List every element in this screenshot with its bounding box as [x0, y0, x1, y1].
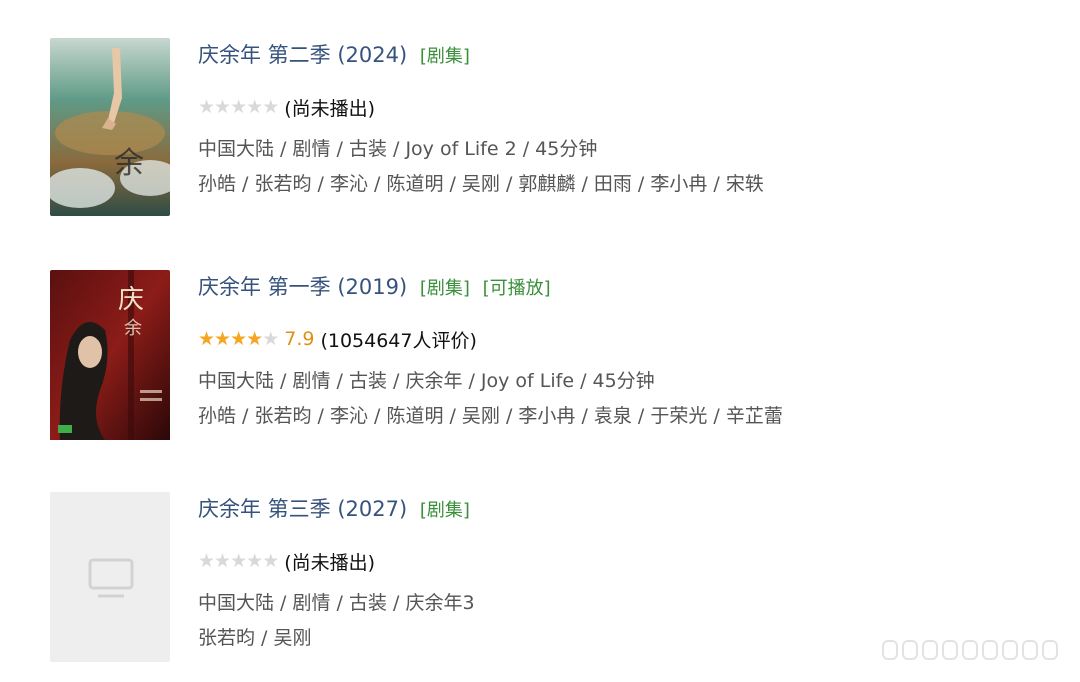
star-filled-icon: ★ — [246, 328, 263, 350]
svg-text:庆: 庆 — [118, 285, 144, 315]
cast-list: 张若昀 / 吴刚 — [198, 627, 312, 649]
rating-score: 7.9 — [284, 328, 315, 350]
result-title-link[interactable]: 庆余年 第二季 (2024) — [198, 43, 407, 67]
poster-placeholder[interactable] — [50, 492, 170, 662]
poster-season2-art: 余 — [50, 38, 170, 216]
rating-status: (尚未播出) — [284, 551, 376, 574]
star-empty-icon: ★ — [230, 550, 247, 572]
star-empty-icon: ★ — [214, 550, 231, 572]
result-title-link[interactable]: 庆余年 第一季 (2019) — [198, 275, 407, 299]
poster-season2-image[interactable]: 余 — [50, 38, 170, 216]
svg-text:余: 余 — [114, 146, 144, 181]
svg-text:余: 余 — [124, 318, 142, 339]
star-filled-icon: ★ — [230, 328, 247, 350]
result-title-row: 庆余年 第二季 (2024) [剧集] — [198, 40, 470, 72]
rating-row: ★ ★ ★ ★ ★ 7.9 (1054647人评价) — [198, 325, 477, 353]
star-empty-icon: ★ — [198, 550, 215, 572]
rating-row: ★ ★ ★ ★ ★ (尚未播出) — [198, 547, 375, 575]
result-title-row: 庆余年 第三季 (2027) [剧集] — [198, 494, 470, 526]
poster-season1-art: 庆 余 — [50, 270, 170, 440]
star-rating: ★ ★ ★ ★ ★ — [198, 96, 279, 118]
type-tag-series: [剧集] — [419, 500, 470, 521]
star-empty-icon: ★ — [246, 96, 263, 118]
star-empty-icon: ★ — [262, 550, 279, 572]
rating-row: ★ ★ ★ ★ ★ (尚未播出) — [198, 93, 375, 121]
rating-count: (1054647人评价) — [320, 329, 477, 352]
meta-info: 中国大陆 / 剧情 / 古装 / 庆余年 / Joy of Life / 45分… — [198, 370, 655, 392]
rating-status: (尚未播出) — [284, 97, 376, 120]
star-empty-icon: ★ — [230, 96, 247, 118]
playable-tag[interactable]: [可播放] — [483, 278, 551, 299]
result-title-link[interactable]: 庆余年 第三季 (2027) — [198, 497, 407, 521]
star-rating: ★ ★ ★ ★ ★ — [198, 328, 279, 350]
star-empty-icon: ★ — [198, 96, 215, 118]
meta-info: 中国大陆 / 剧情 / 古装 / Joy of Life 2 / 45分钟 — [198, 138, 598, 160]
result-item-season1[interactable]: 庆 余 庆余年 第一季 (2019) [剧集] [可播放] ★ ★ ★ ★ ★ 7.9 … — [0, 270, 1080, 460]
star-filled-icon: ★ — [198, 328, 215, 350]
result-title-row: 庆余年 第一季 (2019) [剧集] [可播放] — [198, 272, 551, 304]
star-empty-icon: ★ — [262, 328, 279, 350]
type-tag-series: [剧集] — [419, 46, 470, 67]
poster-season1-image[interactable]: 庆 余 — [50, 270, 170, 448]
star-rating: ★ ★ ★ ★ ★ — [198, 550, 279, 572]
type-tag-series: [剧集] — [419, 278, 470, 299]
star-empty-icon: ★ — [246, 550, 263, 572]
watermark-icon — [882, 640, 1058, 660]
cast-list: 孙皓 / 张若昀 / 李沁 / 陈道明 / 吴刚 / 李小冉 / 袁泉 / 于荣… — [198, 405, 783, 427]
meta-info: 中国大陆 / 剧情 / 古装 / 庆余年3 — [198, 592, 475, 614]
tv-placeholder-icon — [88, 558, 134, 598]
star-filled-icon: ★ — [214, 328, 231, 350]
star-empty-icon: ★ — [214, 96, 231, 118]
result-item-season2[interactable]: 余 庆余年 第二季 (2024) [剧集] ★ ★ ★ ★ ★ (尚未播出) 中国大陆 … — [0, 38, 1080, 228]
star-empty-icon: ★ — [262, 96, 279, 118]
cast-list: 孙皓 / 张若昀 / 李沁 / 陈道明 / 吴刚 / 郭麒麟 / 田雨 / 李小… — [198, 173, 764, 195]
